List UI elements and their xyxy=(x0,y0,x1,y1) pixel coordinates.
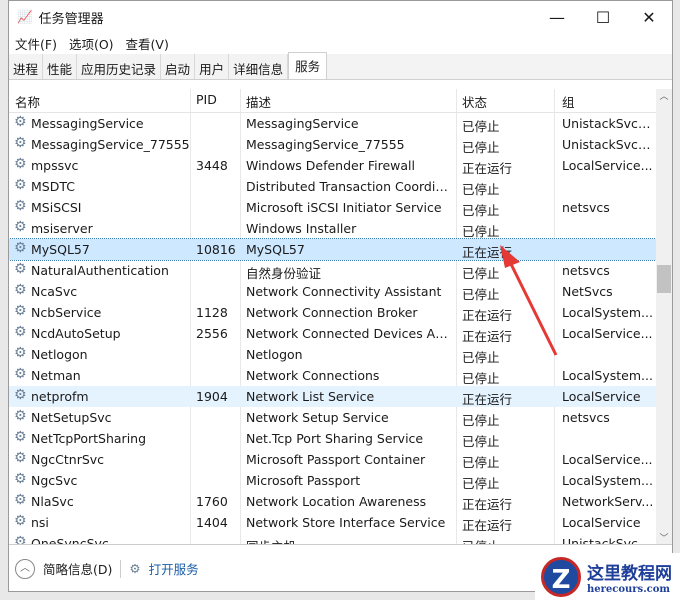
watermark-logo: Z 这里教程网 herecours.com xyxy=(535,553,680,600)
red-arrow-annotation xyxy=(500,245,558,356)
logo-title: 这里教程网 xyxy=(587,563,672,584)
logo-z: Z xyxy=(541,556,581,597)
logo-url: herecours.com xyxy=(587,583,671,595)
